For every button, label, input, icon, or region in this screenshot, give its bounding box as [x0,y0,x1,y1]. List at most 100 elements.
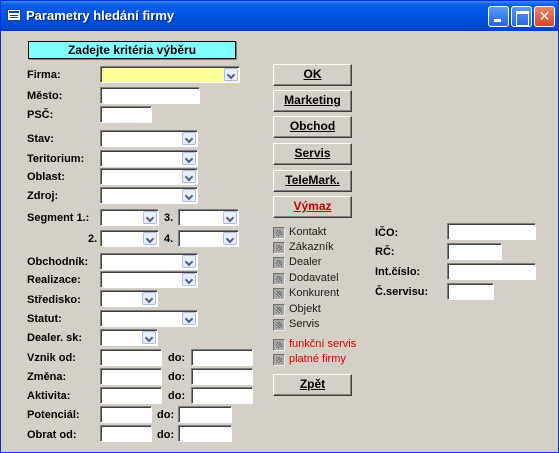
statut-label: Statut: [27,313,62,325]
oblast-label: Oblast: [27,171,65,183]
vznik-od-input[interactable] [100,349,162,366]
checkbox-indeterminate[interactable] [273,242,285,254]
checkbox-label: platné firmy [289,353,346,365]
chevron-down-icon[interactable] [182,273,196,286]
checkbox-indeterminate[interactable] [273,319,285,331]
segment-2-combo[interactable] [100,230,159,247]
minimize-button[interactable] [488,6,509,27]
chevron-down-icon[interactable] [143,232,157,245]
potencial-do-label: do: [157,409,175,421]
aktivita-do-input[interactable] [191,387,253,404]
segment-4-label: 4. [164,233,174,245]
oblast-combo[interactable] [100,168,198,185]
form-icon[interactable] [7,9,21,21]
aktivita-label: Aktivita: [27,390,71,402]
zdroj-combo[interactable] [100,187,198,204]
checkbox-indeterminate[interactable] [273,304,285,316]
stav-label: Stav: [27,133,54,145]
close-button[interactable]: ✕ [534,6,555,27]
potencial-do-input[interactable] [178,406,232,423]
stredisko-combo[interactable] [100,290,158,307]
zdroj-label: Zdroj: [27,190,59,202]
zmena-do-label: do: [168,371,186,383]
checkbox-indeterminate[interactable] [273,288,285,300]
checkbox-label: Servis [289,318,320,330]
teritorium-combo[interactable] [100,150,198,167]
dealer-sk-label: Dealer. sk: [27,332,83,344]
obrat-do-input[interactable] [178,425,232,442]
ico-label: IČO: [375,227,399,239]
maximize-button[interactable] [511,6,532,27]
psc-label: PSČ: [27,109,54,121]
chevron-down-icon[interactable] [142,292,156,305]
firma-combo[interactable] [100,66,240,83]
aktivita-od-input[interactable] [100,387,162,404]
statut-combo[interactable] [100,310,198,327]
stredisko-label: Středisko: [27,294,81,306]
checkbox-label: Dodavatel [289,272,339,284]
checkbox-label: Kontakt [289,226,327,238]
int-cislo-input[interactable] [447,263,536,280]
c-servisu-input[interactable] [447,283,494,300]
window-title: Parametry hledání firmy [26,8,175,23]
obrat-do-label: do: [157,429,175,441]
chevron-down-icon[interactable] [223,211,237,224]
checkbox-indeterminate[interactable] [273,354,285,366]
chevron-down-icon[interactable] [142,331,156,344]
checkbox-indeterminate[interactable] [273,257,285,269]
ico-input[interactable] [447,223,536,240]
teritorium-label: Teritorium: [27,153,85,165]
chevron-down-icon[interactable] [182,312,196,325]
zmena-od-input[interactable] [100,368,162,385]
maximize-icon [512,7,531,26]
checkbox-label: Zákazník [289,241,334,253]
obchod-button[interactable]: Obchod [273,116,352,138]
marketing-button[interactable]: Marketing [273,90,352,112]
dealer-sk-combo[interactable] [100,329,158,346]
realizace-combo[interactable] [100,271,198,288]
rc-label: RČ: [375,246,395,258]
checkbox-indeterminate[interactable] [273,227,285,239]
mesto-label: Město: [27,90,63,102]
aktivita-do-label: do: [168,390,186,402]
chevron-down-icon[interactable] [224,68,238,81]
zmena-label: Změna: [27,371,67,383]
close-icon: ✕ [538,8,551,24]
stav-combo[interactable] [100,130,198,147]
c-servisu-label: Č.servisu: [375,286,429,298]
potencial-od-input[interactable] [100,406,152,423]
psc-input[interactable] [100,106,152,123]
segment-4-combo[interactable] [178,230,239,247]
checkbox-label: Objekt [289,303,321,315]
checkbox-label: funkční servis [289,338,357,350]
int-cislo-label: Int.číslo: [375,266,421,278]
realizace-label: Realizace: [27,274,81,286]
zpet-button[interactable]: Zpět [273,374,352,396]
vznik-do-input[interactable] [191,349,253,366]
mesto-input[interactable] [100,87,200,104]
segment-3-combo[interactable] [178,209,239,226]
checkbox-indeterminate[interactable] [273,273,285,285]
checkbox-indeterminate[interactable] [273,339,285,351]
chevron-down-icon[interactable] [182,255,196,268]
zmena-do-input[interactable] [191,368,253,385]
segment-2-label: 2. [88,233,98,245]
chevron-down-icon[interactable] [182,189,196,202]
rc-input[interactable] [447,243,502,260]
ok-button[interactable]: OK [273,64,352,86]
chevron-down-icon[interactable] [143,211,157,224]
checkbox-label: Konkurent [289,287,340,299]
servis-button[interactable]: Servis [273,143,352,165]
chevron-down-icon[interactable] [182,152,196,165]
segment-1-combo[interactable] [100,209,159,226]
vznik-do-label: do: [168,352,186,364]
chevron-down-icon[interactable] [182,170,196,183]
chevron-down-icon[interactable] [223,232,237,245]
title-bar[interactable]: Parametry hledání firmy ✕ [1,1,558,31]
chevron-down-icon[interactable] [182,132,196,145]
obrat-od-input[interactable] [100,425,152,442]
telemark-button[interactable]: TeleMark. [273,170,352,192]
obchodnik-combo[interactable] [100,253,198,270]
vznik-od-label: Vznik od: [27,352,76,364]
vymaz-button[interactable]: Výmaz [273,196,352,218]
